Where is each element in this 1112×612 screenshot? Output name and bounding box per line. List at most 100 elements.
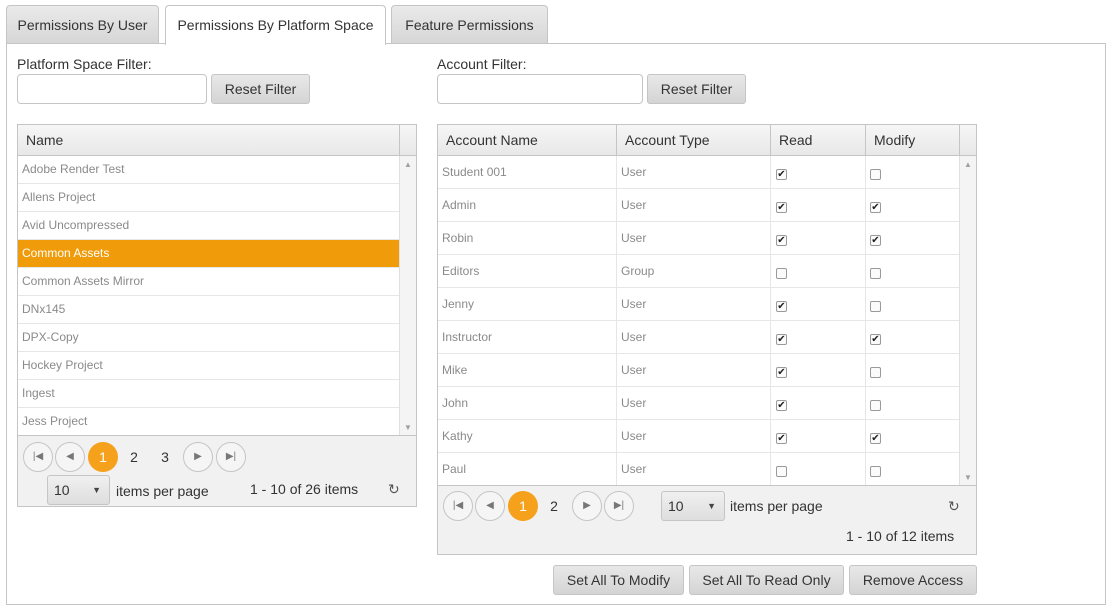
last-page-icon[interactable]: ▶| (216, 442, 246, 472)
modify-checkbox[interactable] (870, 301, 881, 312)
vertical-scrollbar[interactable]: ▲ ▼ (959, 156, 976, 486)
list-item[interactable]: Avid Uncompressed (18, 212, 399, 240)
read-checkbox[interactable]: ✔ (776, 400, 787, 411)
vertical-scrollbar[interactable]: ▲ ▼ (399, 156, 416, 436)
account-type-cell: User (621, 165, 647, 179)
items-per-page-label: items per page (730, 498, 823, 514)
page-number-3[interactable]: 3 (150, 442, 180, 472)
modify-checkbox[interactable]: ✔ (870, 433, 881, 444)
list-item[interactable]: Hockey Project (18, 352, 399, 380)
refresh-icon[interactable]: ↻ (948, 498, 960, 515)
scroll-up-icon[interactable]: ▲ (404, 160, 412, 169)
platform-space-name: DPX-Copy (22, 330, 79, 344)
platform-space-pager: |◀ ◀ 1 2 3 ▶ ▶| 10 ▼ items per page 1 - … (18, 435, 416, 506)
list-item[interactable]: Common Assets Mirror (18, 268, 399, 296)
next-page-icon[interactable]: ▶ (572, 491, 602, 521)
read-checkbox[interactable] (776, 268, 787, 279)
modify-checkbox[interactable] (870, 466, 881, 477)
account-name-cell: Admin (442, 198, 477, 212)
page-number-1[interactable]: 1 (508, 491, 538, 521)
page-size-select[interactable]: 10 ▼ (661, 491, 725, 521)
modify-checkbox[interactable] (870, 169, 881, 180)
platform-space-name: Common Assets (22, 246, 110, 260)
account-type-cell: User (621, 429, 647, 443)
tab-permissions-by-platform-space[interactable]: Permissions By Platform Space (165, 5, 386, 45)
read-checkbox[interactable]: ✔ (776, 235, 787, 246)
modify-checkbox[interactable]: ✔ (870, 334, 881, 345)
modify-checkbox[interactable] (870, 400, 881, 411)
table-row[interactable]: Student 001 User ✔ (438, 156, 959, 189)
modify-checkbox[interactable]: ✔ (870, 202, 881, 213)
first-page-icon[interactable]: |◀ (23, 442, 53, 472)
set-all-to-modify-button[interactable]: Set All To Modify (553, 565, 684, 595)
table-row[interactable]: Paul User (438, 453, 959, 486)
read-checkbox[interactable]: ✔ (776, 202, 787, 213)
account-name-cell: Mike (442, 363, 468, 377)
list-item[interactable]: Adobe Render Test (18, 156, 399, 184)
read-checkbox[interactable]: ✔ (776, 169, 787, 180)
account-type-cell: User (621, 363, 647, 377)
list-item[interactable]: Allens Project (18, 184, 399, 212)
table-row[interactable]: Editors Group (438, 255, 959, 288)
first-page-icon[interactable]: |◀ (443, 491, 473, 521)
next-page-icon[interactable]: ▶ (183, 442, 213, 472)
items-per-page-label: items per page (116, 483, 209, 499)
chevron-down-icon: ▼ (707, 501, 716, 511)
read-checkbox[interactable]: ✔ (776, 301, 787, 312)
scroll-down-icon[interactable]: ▼ (964, 473, 972, 482)
account-name-cell: John (442, 396, 469, 410)
account-filter-input[interactable] (437, 74, 643, 104)
tab-feature-permissions[interactable]: Feature Permissions (391, 5, 548, 44)
list-item[interactable]: Ingest (18, 380, 399, 408)
page-number-2[interactable]: 2 (539, 491, 569, 521)
account-reset-filter-button[interactable]: Reset Filter (647, 74, 746, 104)
table-row[interactable]: Jenny User ✔ (438, 288, 959, 321)
scroll-up-icon[interactable]: ▲ (964, 160, 972, 169)
platform-space-name: Avid Uncompressed (22, 218, 130, 232)
page-number-1[interactable]: 1 (88, 442, 118, 472)
read-checkbox[interactable]: ✔ (776, 433, 787, 444)
tab-permissions-by-user[interactable]: Permissions By User (6, 5, 159, 44)
list-item[interactable]: Jess Project (18, 408, 399, 436)
previous-page-icon[interactable]: ◀ (55, 442, 85, 472)
table-row[interactable]: Admin User ✔ ✔ (438, 189, 959, 222)
list-item[interactable]: DPX-Copy (18, 324, 399, 352)
page-number-2[interactable]: 2 (119, 442, 149, 472)
account-type-cell: User (621, 297, 647, 311)
read-checkbox[interactable] (776, 466, 787, 477)
account-pager: |◀ ◀ 1 2 ▶ ▶| 10 ▼ items per page ↻ 1 - … (438, 485, 976, 554)
page-size-select[interactable]: 10 ▼ (47, 475, 110, 505)
list-item[interactable]: Common Assets (18, 240, 399, 268)
table-row[interactable]: John User ✔ (438, 387, 959, 420)
remove-access-button[interactable]: Remove Access (849, 565, 977, 595)
scroll-down-icon[interactable]: ▼ (404, 423, 412, 432)
account-name-cell: Robin (442, 231, 474, 245)
platform-space-grid: Name Adobe Render Test Allens Project Avid… (17, 124, 417, 507)
list-item[interactable]: DNx145 (18, 296, 399, 324)
refresh-icon[interactable]: ↻ (388, 481, 400, 498)
column-header-account-type[interactable]: Account Type (617, 125, 771, 155)
platform-space-name: DNx145 (22, 302, 66, 316)
read-checkbox[interactable]: ✔ (776, 367, 787, 378)
table-row[interactable]: Robin User ✔ ✔ (438, 222, 959, 255)
modify-checkbox[interactable] (870, 268, 881, 279)
account-type-cell: User (621, 198, 647, 212)
table-row[interactable]: Kathy User ✔ ✔ (438, 420, 959, 453)
set-all-to-read-only-button[interactable]: Set All To Read Only (689, 565, 844, 595)
platform-space-reset-filter-button[interactable]: Reset Filter (211, 74, 310, 104)
table-row[interactable]: Mike User ✔ (438, 354, 959, 387)
column-header-read[interactable]: Read (771, 125, 866, 155)
platform-space-filter-input[interactable] (17, 74, 207, 104)
last-page-icon[interactable]: ▶| (604, 491, 634, 521)
table-row[interactable]: Instructor User ✔ ✔ (438, 321, 959, 354)
column-header-account-name[interactable]: Account Name (438, 125, 617, 155)
account-type-cell: User (621, 330, 647, 344)
previous-page-icon[interactable]: ◀ (475, 491, 505, 521)
page-size-value: 10 (54, 482, 70, 498)
column-header-modify[interactable]: Modify (866, 125, 960, 155)
modify-checkbox[interactable] (870, 367, 881, 378)
grid-header: Account Name Account Type Read Modify (438, 125, 976, 156)
read-checkbox[interactable]: ✔ (776, 334, 787, 345)
column-header-name[interactable]: Name (18, 125, 400, 155)
modify-checkbox[interactable]: ✔ (870, 235, 881, 246)
